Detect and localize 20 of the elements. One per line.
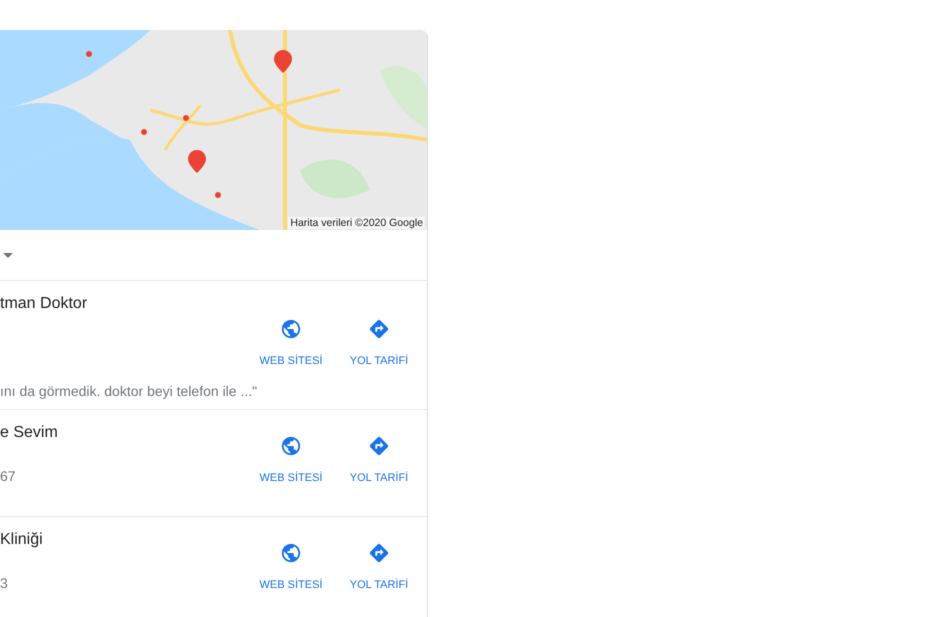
globe-icon <box>280 435 302 457</box>
directions-button[interactable]: YOL TARİFİ <box>335 542 423 592</box>
directions-button[interactable]: YOL TARİFİ <box>335 435 423 485</box>
review-snippet: ını da görmedik. doktor beyi telefon ile ..." <box>0 382 258 400</box>
globe-icon <box>280 542 302 564</box>
directions-icon <box>368 435 390 457</box>
globe-icon <box>280 318 302 340</box>
directions-icon <box>368 318 390 340</box>
website-button[interactable]: WEB SİTESİ <box>247 542 335 592</box>
result-info: 67 <box>0 467 17 485</box>
directions-icon <box>368 542 390 564</box>
website-button[interactable]: WEB SİTESİ <box>247 435 335 485</box>
result-info: 3 <box>0 574 9 592</box>
caret-icon[interactable] <box>3 252 13 258</box>
result-title[interactable]: tman Doktor <box>0 294 247 314</box>
website-button[interactable]: WEB SİTESİ <box>247 318 335 368</box>
directions-button[interactable]: YOL TARİFİ <box>335 318 423 368</box>
map-attribution: Harita verileri ©2020 Google <box>288 217 425 229</box>
result-title[interactable]: e Sevim <box>0 423 247 443</box>
result-title[interactable]: Kliniği <box>0 530 247 550</box>
